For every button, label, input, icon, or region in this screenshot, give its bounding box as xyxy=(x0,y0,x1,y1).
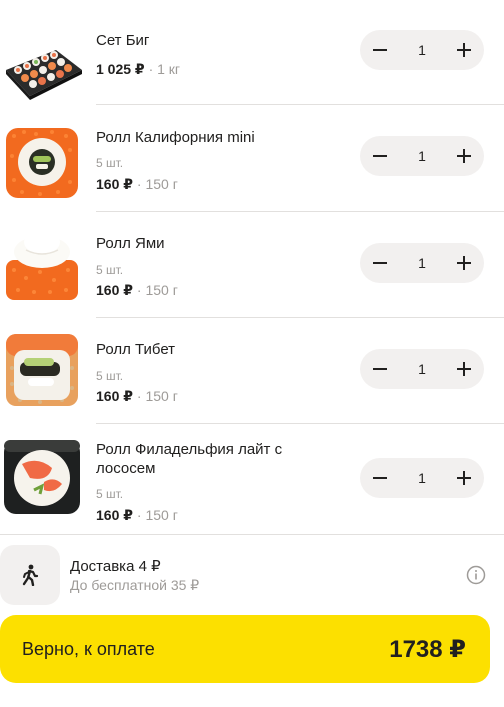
product-price: 160 ₽ xyxy=(96,176,133,192)
product-count: 5 шт. xyxy=(96,156,124,170)
quantity-stepper: 1 xyxy=(360,458,484,498)
quantity-value: 1 xyxy=(418,42,426,58)
product-price-line: 160 ₽ · 150 г xyxy=(96,388,178,405)
plus-icon xyxy=(457,362,471,376)
decrease-button[interactable] xyxy=(360,30,400,70)
product-name: Ролл Тибет xyxy=(96,341,176,358)
quantity-value: 1 xyxy=(418,148,426,164)
minus-icon xyxy=(373,368,387,370)
product-price-line: 1 025 ₽ · 1 кг xyxy=(96,61,180,78)
courier-walking-icon xyxy=(22,564,39,586)
product-count: 5 шт. xyxy=(96,263,124,277)
quantity-stepper: 1 xyxy=(360,349,484,389)
quantity-value: 1 xyxy=(418,255,426,271)
product-weight: · 150 г xyxy=(136,282,178,298)
checkout-label: Верно, к оплате xyxy=(22,639,155,659)
product-name: Сет Биг xyxy=(96,32,150,49)
product-price-line: 160 ₽ · 150 г xyxy=(96,176,178,193)
product-price: 1 025 ₽ xyxy=(96,61,145,77)
increase-button[interactable] xyxy=(444,30,484,70)
product-name: Ролл Филадельфия лайт с лососем xyxy=(96,441,283,477)
product-image xyxy=(6,50,82,100)
plus-icon xyxy=(457,471,471,485)
minus-icon xyxy=(373,477,387,479)
product-image xyxy=(6,128,78,198)
decrease-button[interactable] xyxy=(360,136,400,176)
product-name: Ролл Ями xyxy=(96,235,165,252)
decrease-button[interactable] xyxy=(360,243,400,283)
product-count: 5 шт. xyxy=(96,487,124,501)
divider xyxy=(96,211,504,212)
quantity-stepper: 1 xyxy=(360,30,484,70)
product-weight: · 150 г xyxy=(136,388,178,404)
quantity-value: 1 xyxy=(418,361,426,377)
info-icon[interactable] xyxy=(466,565,486,585)
minus-icon xyxy=(373,155,387,157)
product-image xyxy=(6,334,78,406)
divider xyxy=(0,534,504,535)
quantity-value: 1 xyxy=(418,470,426,486)
delivery-icon-box xyxy=(0,545,60,605)
product-price-line: 160 ₽ · 150 г xyxy=(96,507,178,524)
delivery-row: Доставка 4 ₽ До бесплатной 35 ₽ xyxy=(0,545,504,605)
increase-button[interactable] xyxy=(444,243,484,283)
divider xyxy=(96,423,504,424)
product-image xyxy=(4,440,80,514)
product-image xyxy=(6,230,78,300)
product-price: 160 ₽ xyxy=(96,282,133,298)
product-weight: · 150 г xyxy=(136,176,178,192)
product-price: 160 ₽ xyxy=(96,388,133,404)
delivery-subtitle: До бесплатной 35 ₽ xyxy=(70,577,200,593)
quantity-stepper: 1 xyxy=(360,243,484,283)
product-weight: · 1 кг xyxy=(148,61,181,77)
product-name: Ролл Калифорния mini xyxy=(96,129,255,146)
minus-icon xyxy=(373,49,387,51)
increase-button[interactable] xyxy=(444,136,484,176)
checkout-total: 1738 ₽ xyxy=(389,636,466,663)
product-price: 160 ₽ xyxy=(96,507,133,523)
delivery-title: Доставка 4 ₽ xyxy=(70,558,161,575)
product-price-line: 160 ₽ · 150 г xyxy=(96,282,178,299)
increase-button[interactable] xyxy=(444,349,484,389)
divider xyxy=(96,104,504,105)
checkout-button[interactable]: Верно, к оплате 1738 ₽ xyxy=(0,615,490,683)
product-weight: · 150 г xyxy=(136,507,178,523)
decrease-button[interactable] xyxy=(360,349,400,389)
plus-icon xyxy=(457,256,471,270)
product-count: 5 шт. xyxy=(96,369,124,383)
plus-icon xyxy=(457,43,471,57)
decrease-button[interactable] xyxy=(360,458,400,498)
plus-icon xyxy=(457,149,471,163)
divider xyxy=(96,317,504,318)
quantity-stepper: 1 xyxy=(360,136,484,176)
increase-button[interactable] xyxy=(444,458,484,498)
minus-icon xyxy=(373,262,387,264)
